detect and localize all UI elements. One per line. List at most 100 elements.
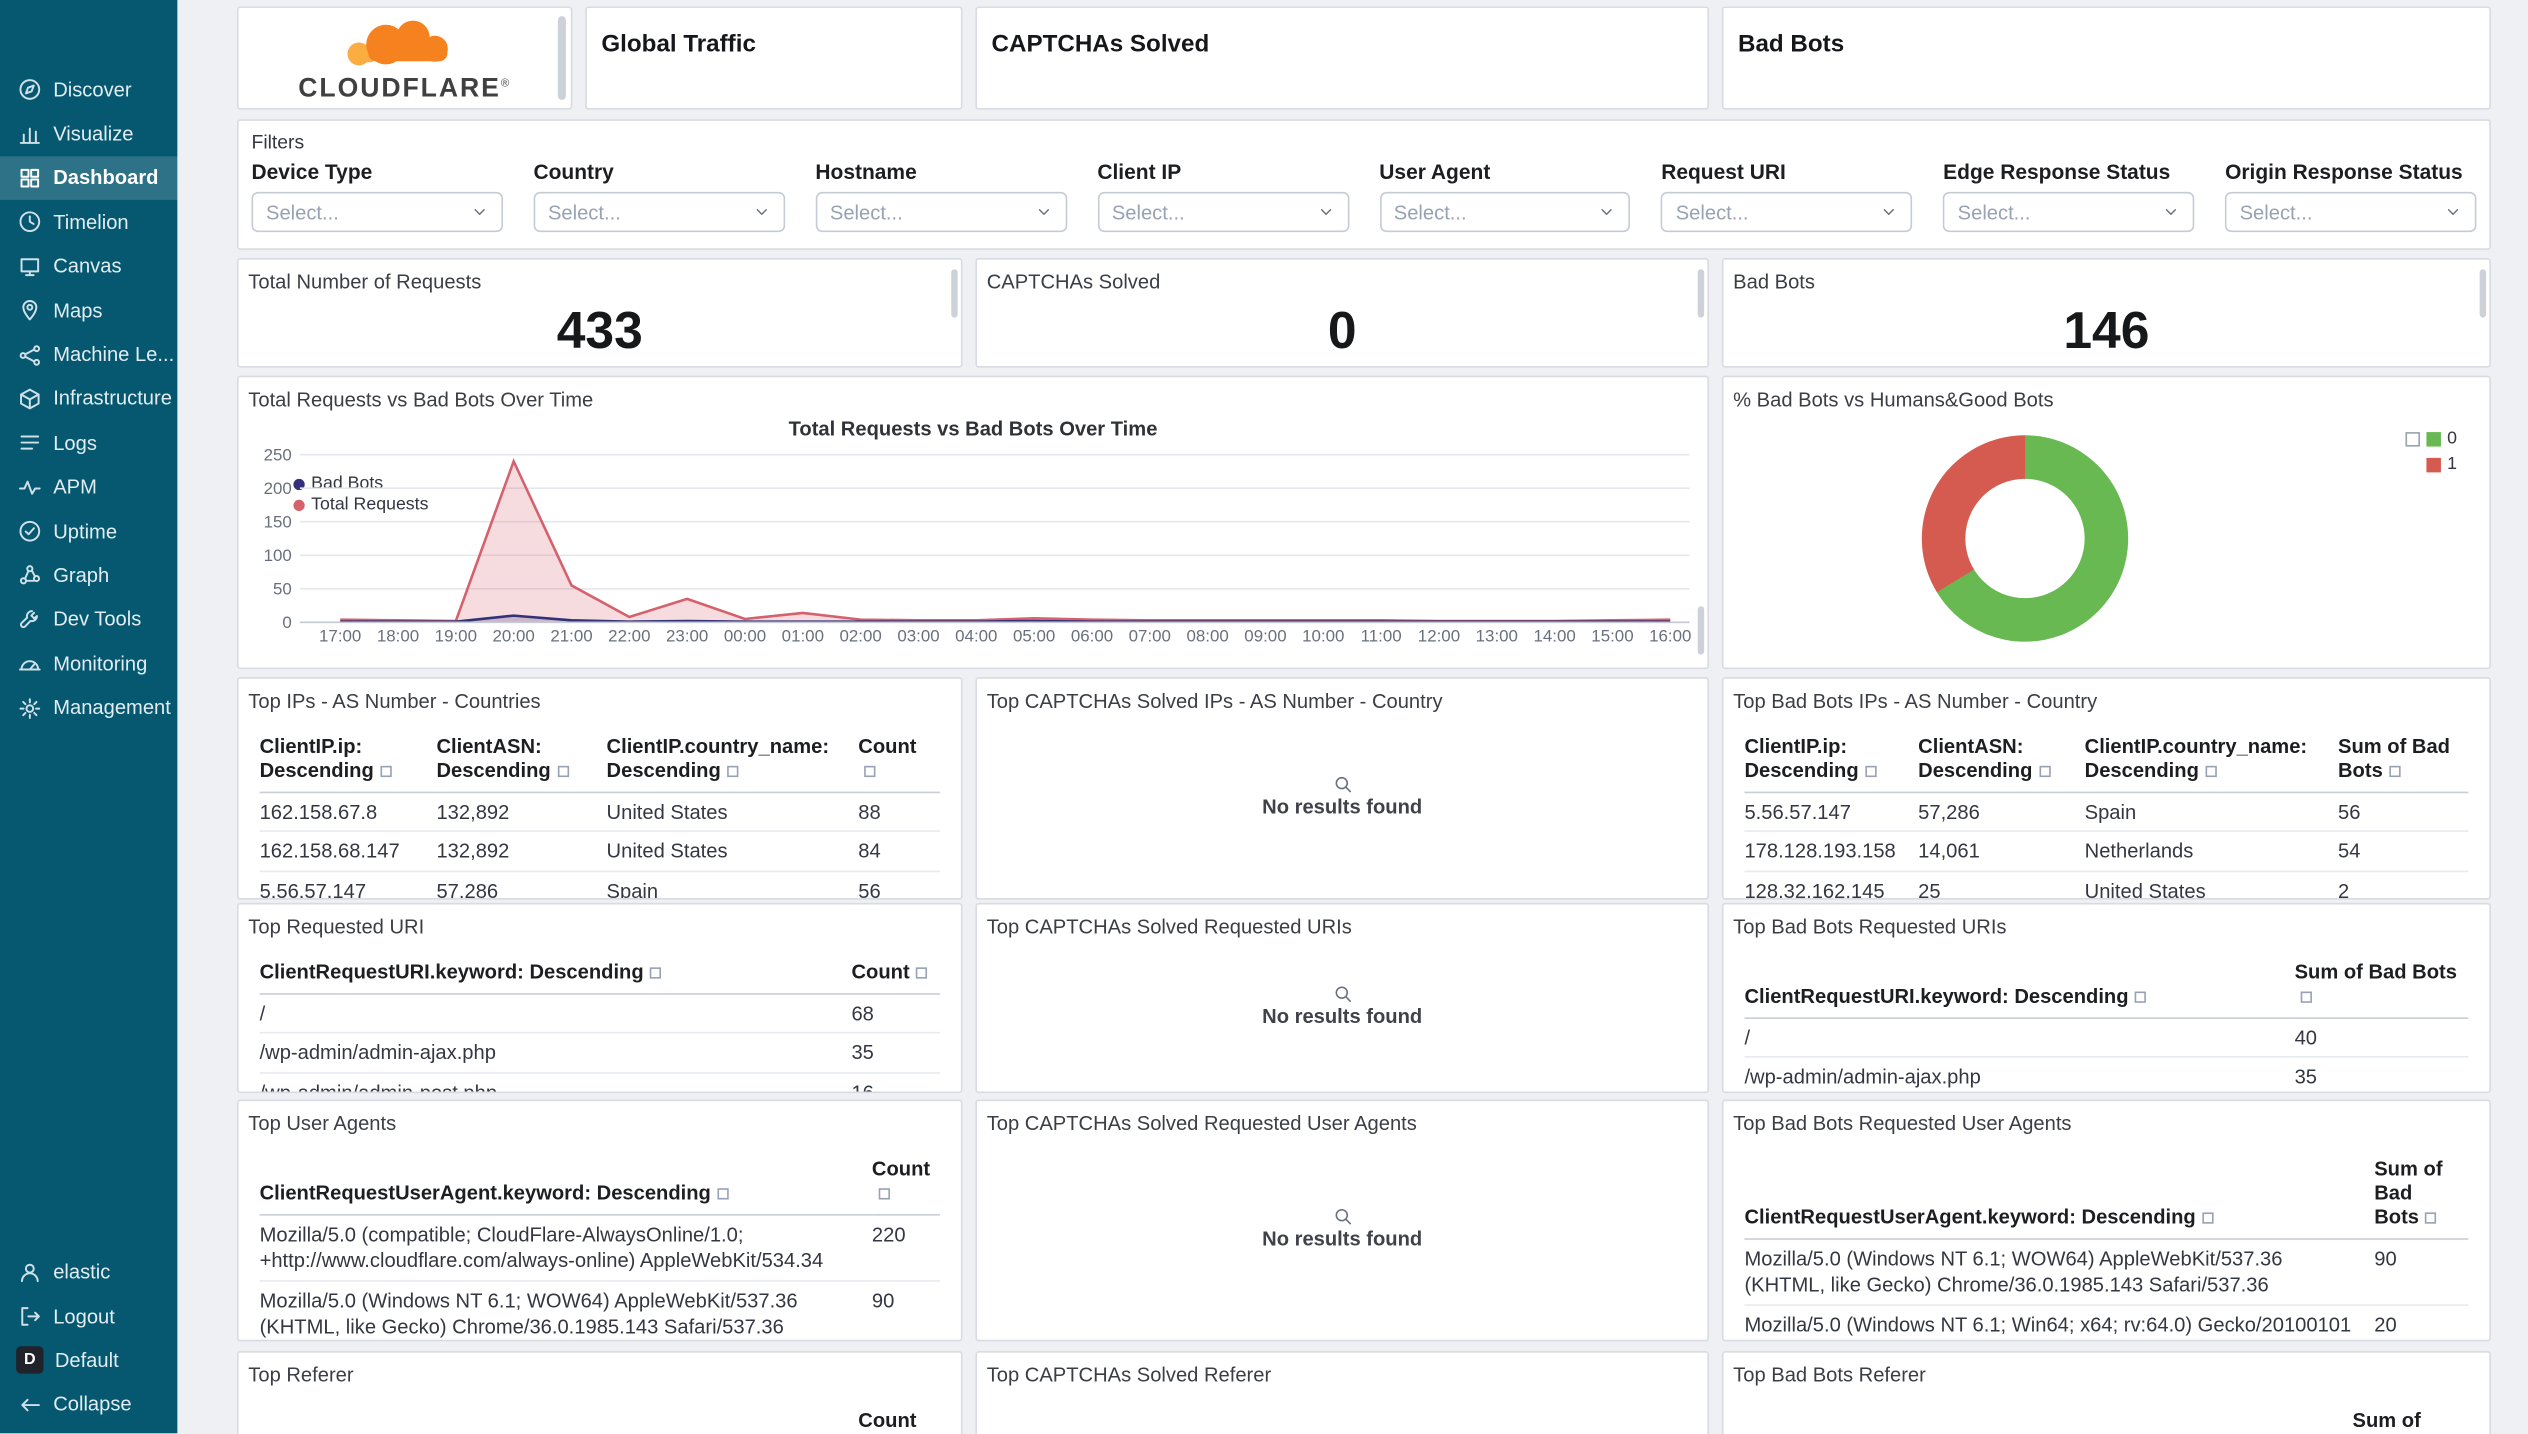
scrollbar-thumb[interactable] (1697, 269, 1705, 318)
no-results-icon (1333, 983, 1352, 1002)
sidebar-item-uptime[interactable]: Uptime (0, 509, 177, 553)
column-header[interactable]: Count (871, 1152, 940, 1216)
sort-caret-icon[interactable] (557, 765, 569, 778)
sort-caret-icon[interactable] (380, 765, 392, 778)
sidebar-item-label: Logout (53, 1305, 115, 1328)
time-series-plot[interactable]: 0 50 100 150 200 250 17:00 18:00 19:00 20:00 21:00… (242, 442, 1701, 655)
filter-select-origin-response-status[interactable]: Select... (2225, 191, 2477, 233)
column-header[interactable]: Count (858, 1404, 940, 1434)
svg-text:12:00: 12:00 (1418, 627, 1460, 646)
panel-title: CAPTCHAs Solved (986, 270, 1161, 294)
svg-text:200: 200 (264, 479, 292, 498)
column-header[interactable]: ClientRequestURI.keyword: Descending (1744, 956, 2295, 1019)
column-header[interactable]: ClientIP.ip: Descending (259, 730, 437, 794)
svg-text:03:00: 03:00 (897, 627, 939, 646)
sidebar-item-machine-le[interactable]: Machine Le... (0, 333, 177, 377)
table-cell: Mozilla/5.0 (Windows NT 6.1; WOW64) Appl… (259, 1280, 872, 1340)
column-header[interactable]: ClientRequestURI.keyword: Descending (259, 956, 852, 995)
sidebar-item-monitoring[interactable]: Monitoring (0, 642, 177, 686)
table-cell: 128.32.162.145 (1744, 870, 1919, 899)
sort-caret-icon[interactable] (2301, 991, 2313, 1003)
filter-select-hostname[interactable]: Select... (815, 191, 1067, 233)
kibana-sidebar: Discover Visualize Dashboard Timelion Canvas… (0, 0, 178, 1434)
sidebar-item-infrastructure[interactable]: Infrastructure (0, 377, 177, 421)
filter-select-request-uri[interactable]: Select... (1661, 191, 1913, 233)
sort-caret-icon[interactable] (2038, 765, 2051, 778)
chevron-down-icon (471, 203, 489, 221)
sort-caret-icon[interactable] (650, 967, 662, 979)
column-header[interactable]: ClientASN: Descending (1918, 730, 2085, 794)
column-header[interactable]: Count (851, 956, 940, 995)
panel-captcha-ips-empty: Top CAPTCHAs Solved IPs - AS Number - Co… (975, 677, 1709, 900)
sidebar-item-label: Canvas (53, 255, 122, 278)
collapse-arrow-icon (18, 1393, 42, 1417)
data-table: Sum of Bad Bots (1744, 1404, 2469, 1434)
scrollbar-thumb[interactable] (951, 269, 958, 318)
sidebar-item-management[interactable]: Management (0, 686, 177, 730)
column-header[interactable]: Sum of Bad Bots (2374, 1152, 2469, 1240)
column-header[interactable]: ClientRequestUserAgent.keyword: Descendi… (1744, 1152, 2375, 1240)
sidebar-item-apm[interactable]: APM (0, 465, 177, 509)
sort-caret-icon[interactable] (2425, 1212, 2437, 1224)
column-header[interactable]: ClientIP.country_name: Descending (2084, 730, 2339, 794)
column-header[interactable]: Sum of Bad Bots (2294, 956, 2469, 1019)
column-header[interactable]: ClientASN: Descending (436, 730, 607, 794)
panel-bad-bot-referer: Top Bad Bots Referer Sum of Bad Bots (1721, 1351, 2491, 1434)
column-header[interactable]: Sum of Bad Bots (2352, 1404, 2469, 1434)
sidebar-item-timelion[interactable]: Timelion (0, 200, 177, 244)
sort-caret-icon[interactable] (864, 765, 877, 778)
panel-title: Top CAPTCHAs Solved IPs - AS Number - Co… (986, 690, 1443, 713)
column-header[interactable]: ClientIP.country_name: Descending (606, 730, 859, 794)
sidebar-item-maps[interactable]: Maps (0, 289, 177, 333)
data-table: ClientRequestUserAgent.keyword: Descendi… (1744, 1152, 2469, 1340)
sort-caret-icon[interactable] (916, 967, 928, 979)
scrollbar-thumb[interactable] (557, 16, 566, 100)
table-cell: 2 (2338, 870, 2469, 899)
column-header[interactable]: ClientRequestUserAgent.keyword: Descendi… (259, 1152, 872, 1216)
sidebar-item-collapse[interactable]: Collapse (0, 1383, 177, 1427)
column-header[interactable]: Sum of Bad Bots (2338, 730, 2469, 794)
panel-filters: Filters Device Type Select... Country Selec… (236, 119, 2491, 250)
column-header[interactable]: ClientIP.ip: Descending (1744, 730, 1919, 794)
table-row: 128.32.162.145 25 United States 2 (1744, 870, 2469, 899)
filter-select-edge-response-status[interactable]: Select... (1943, 191, 2195, 233)
sort-caret-icon[interactable] (717, 1188, 729, 1200)
sort-caret-icon[interactable] (878, 1188, 890, 1200)
filter-select-client-ip[interactable]: Select... (1097, 191, 1349, 233)
filter-select-user-agent[interactable]: Select... (1379, 191, 1631, 233)
sidebar-item-logout[interactable]: Logout (0, 1294, 177, 1338)
column-header[interactable] (259, 1404, 859, 1434)
sidebar-item-discover[interactable]: Discover (0, 68, 177, 112)
sidebar-item-canvas[interactable]: Canvas (0, 244, 177, 288)
sidebar-item-elastic[interactable]: elastic (0, 1250, 177, 1294)
sort-caret-icon[interactable] (2389, 765, 2401, 778)
sort-caret-icon[interactable] (2205, 765, 2217, 778)
table-cell: 40 (2294, 1018, 2469, 1059)
scrollbar-thumb[interactable] (1697, 606, 1705, 655)
sidebar-item-logs[interactable]: Logs (0, 421, 177, 465)
svg-text:10:00: 10:00 (1302, 627, 1344, 646)
sort-caret-icon[interactable] (1865, 765, 1877, 778)
svg-text:02:00: 02:00 (840, 627, 882, 646)
sidebar-item-visualize[interactable]: Visualize (0, 112, 177, 156)
filter-select-device-type[interactable]: Select... (251, 191, 503, 233)
sort-caret-icon[interactable] (727, 765, 739, 778)
sort-caret-icon[interactable] (2202, 1212, 2214, 1224)
filter-select-country[interactable]: Select... (533, 191, 785, 233)
sidebar-item-dashboard[interactable]: Dashboard (0, 156, 178, 201)
legend-item[interactable]: 0 (2405, 426, 2457, 452)
data-table: Count (259, 1404, 940, 1434)
column-header[interactable] (1744, 1404, 2353, 1434)
donut-chart[interactable] (1921, 435, 2129, 642)
legend-item[interactable]: 1 (2405, 451, 2457, 477)
sidebar-item-dev-tools[interactable]: Dev Tools (0, 598, 177, 642)
sidebar-item-graph[interactable]: Graph (0, 553, 177, 597)
select-placeholder: Select... (266, 200, 339, 224)
scrollbar-thumb[interactable] (2479, 269, 2487, 318)
filters-heading: Filters (251, 130, 305, 154)
sort-caret-icon[interactable] (2135, 991, 2147, 1003)
discover-compass-icon (18, 78, 42, 102)
column-header[interactable]: Count (858, 730, 940, 794)
logout-icon (18, 1304, 42, 1328)
sidebar-item-default[interactable]: D Default (0, 1339, 177, 1383)
